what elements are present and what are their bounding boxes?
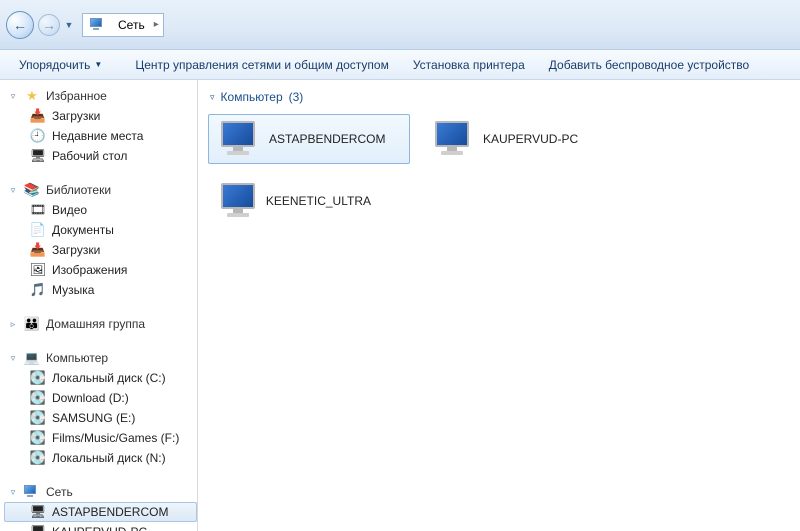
add-wireless-button[interactable]: Добавить беспроводное устройство bbox=[549, 58, 749, 72]
homegroup-header[interactable]: ▹ 👪 Домашняя группа bbox=[4, 314, 197, 334]
homegroup-group: ▹ 👪 Домашняя группа bbox=[4, 314, 197, 334]
drive-icon: 💽 bbox=[30, 430, 46, 446]
sidebar-item-lib-downloads[interactable]: 📥Загрузки bbox=[4, 240, 197, 260]
sidebar-network-node[interactable]: 🖥ASTAPBENDERCOM bbox=[4, 502, 197, 522]
organize-label: Упорядочить bbox=[19, 58, 90, 72]
computer-icon: 💻 bbox=[24, 350, 40, 366]
collapse-icon: ▿ bbox=[8, 487, 18, 498]
chevron-right-icon[interactable]: ▸ bbox=[154, 19, 159, 30]
breadcrumb[interactable]: Сеть ▸ bbox=[82, 13, 164, 37]
sidebar-drive-c[interactable]: 💽Локальный диск (C:) bbox=[4, 368, 197, 388]
sidebar-drive-d[interactable]: 💽Download (D:) bbox=[4, 388, 197, 408]
computer-header[interactable]: ▿ 💻 Компьютер bbox=[4, 348, 197, 368]
breadcrumb-location[interactable]: Сеть bbox=[115, 18, 148, 32]
command-bar: Упорядочить ▼ Центр управления сетями и … bbox=[0, 50, 800, 80]
favorites-header[interactable]: ▿ ★ Избранное bbox=[4, 86, 197, 106]
collapse-icon: ▿ bbox=[8, 353, 18, 364]
video-icon: 🎞 bbox=[30, 202, 46, 218]
tiles-container: ASTAPBENDERCOM KAUPERVUD-PC KEENETIC_ULT… bbox=[208, 114, 790, 226]
drive-icon: 💽 bbox=[30, 370, 46, 386]
libraries-icon: 📚 bbox=[24, 182, 40, 198]
computer-tile[interactable]: KEENETIC_ULTRA bbox=[208, 176, 378, 226]
drive-icon: 💽 bbox=[30, 450, 46, 466]
sidebar-drive-f[interactable]: 💽Films/Music/Games (F:) bbox=[4, 428, 197, 448]
sidebar-network-node[interactable]: 🖥KAUPERVUD-PC bbox=[4, 522, 197, 531]
drive-icon: 💽 bbox=[30, 410, 46, 426]
computer-group: ▿ 💻 Компьютер 💽Локальный диск (C:) 💽Down… bbox=[4, 348, 197, 468]
network-label: Сеть bbox=[46, 485, 73, 499]
sidebar-item-downloads[interactable]: 📥Загрузки bbox=[4, 106, 197, 126]
documents-icon: 📄 bbox=[30, 222, 46, 238]
music-icon: 🎵 bbox=[30, 282, 46, 298]
sidebar-item-pictures[interactable]: 🖼Изображения bbox=[4, 260, 197, 280]
sidebar-item-desktop[interactable]: 🖥Рабочий стол bbox=[4, 146, 197, 166]
chevron-down-icon: ▼ bbox=[94, 60, 102, 69]
drive-icon: 💽 bbox=[30, 390, 46, 406]
downloads-icon: 📥 bbox=[30, 242, 46, 258]
network-header[interactable]: ▿ Сеть bbox=[4, 482, 197, 502]
downloads-icon: 📥 bbox=[30, 108, 46, 124]
collapse-icon: ▿ bbox=[8, 185, 18, 196]
content-pane: ▿ Компьютер (3) ASTAPBENDERCOM KAUPERVUD… bbox=[198, 80, 800, 531]
collapse-icon: ▿ bbox=[210, 92, 215, 103]
sidebar-drive-n[interactable]: 💽Локальный диск (N:) bbox=[4, 448, 197, 468]
favorites-group: ▿ ★ Избранное 📥Загрузки 🕘Недавние места … bbox=[4, 86, 197, 166]
category-count: (3) bbox=[289, 90, 304, 104]
recent-icon: 🕘 bbox=[30, 128, 46, 144]
pictures-icon: 🖼 bbox=[30, 262, 46, 278]
collapse-icon: ▿ bbox=[8, 91, 18, 102]
nav-back-button[interactable]: ← bbox=[6, 11, 34, 39]
favorites-label: Избранное bbox=[46, 89, 107, 103]
computer-label: Компьютер bbox=[46, 351, 108, 365]
computer-node-icon: 🖥 bbox=[30, 524, 46, 531]
homegroup-icon: 👪 bbox=[24, 316, 40, 332]
tile-label: KAUPERVUD-PC bbox=[483, 132, 578, 146]
computer-icon bbox=[215, 181, 258, 221]
add-printer-button[interactable]: Установка принтера bbox=[413, 58, 525, 72]
arrow-right-icon: → bbox=[42, 17, 56, 33]
address-bar: ← → ▼ Сеть ▸ bbox=[0, 0, 800, 50]
sidebar-drive-e[interactable]: 💽SAMSUNG (E:) bbox=[4, 408, 197, 428]
category-label: Компьютер bbox=[221, 90, 283, 104]
navigation-pane: ▿ ★ Избранное 📥Загрузки 🕘Недавние места … bbox=[0, 80, 198, 531]
sidebar-item-recent[interactable]: 🕘Недавние места bbox=[4, 126, 197, 146]
nav-history-dropdown[interactable]: ▼ bbox=[64, 20, 74, 30]
libraries-label: Библиотеки bbox=[46, 183, 111, 197]
tile-label: ASTAPBENDERCOM bbox=[269, 132, 385, 146]
network-group: ▿ Сеть 🖥ASTAPBENDERCOM 🖥KAUPERVUD-PC 🖥KE… bbox=[4, 482, 197, 531]
breadcrumb-network-icon bbox=[87, 18, 109, 32]
computer-node-icon: 🖥 bbox=[30, 504, 46, 520]
nav-forward-button[interactable]: → bbox=[38, 14, 60, 36]
libraries-header[interactable]: ▿ 📚 Библиотеки bbox=[4, 180, 197, 200]
tile-label: KEENETIC_ULTRA bbox=[266, 194, 371, 208]
sidebar-item-video[interactable]: 🎞Видео bbox=[4, 200, 197, 220]
computer-icon bbox=[429, 119, 475, 159]
arrow-left-icon: ← bbox=[13, 17, 27, 33]
category-header[interactable]: ▿ Компьютер (3) bbox=[210, 90, 790, 104]
computer-icon bbox=[215, 119, 261, 159]
computer-tile[interactable]: ASTAPBENDERCOM bbox=[208, 114, 410, 164]
network-center-button[interactable]: Центр управления сетями и общим доступом bbox=[135, 58, 389, 72]
star-icon: ★ bbox=[24, 88, 40, 104]
organize-button[interactable]: Упорядочить ▼ bbox=[10, 54, 111, 76]
desktop-icon: 🖥 bbox=[30, 148, 46, 164]
homegroup-label: Домашняя группа bbox=[46, 317, 145, 331]
network-icon bbox=[24, 484, 40, 500]
computer-tile[interactable]: KAUPERVUD-PC bbox=[422, 114, 624, 164]
sidebar-item-music[interactable]: 🎵Музыка bbox=[4, 280, 197, 300]
sidebar-item-documents[interactable]: 📄Документы bbox=[4, 220, 197, 240]
expand-icon: ▹ bbox=[8, 319, 18, 330]
libraries-group: ▿ 📚 Библиотеки 🎞Видео 📄Документы 📥Загруз… bbox=[4, 180, 197, 300]
